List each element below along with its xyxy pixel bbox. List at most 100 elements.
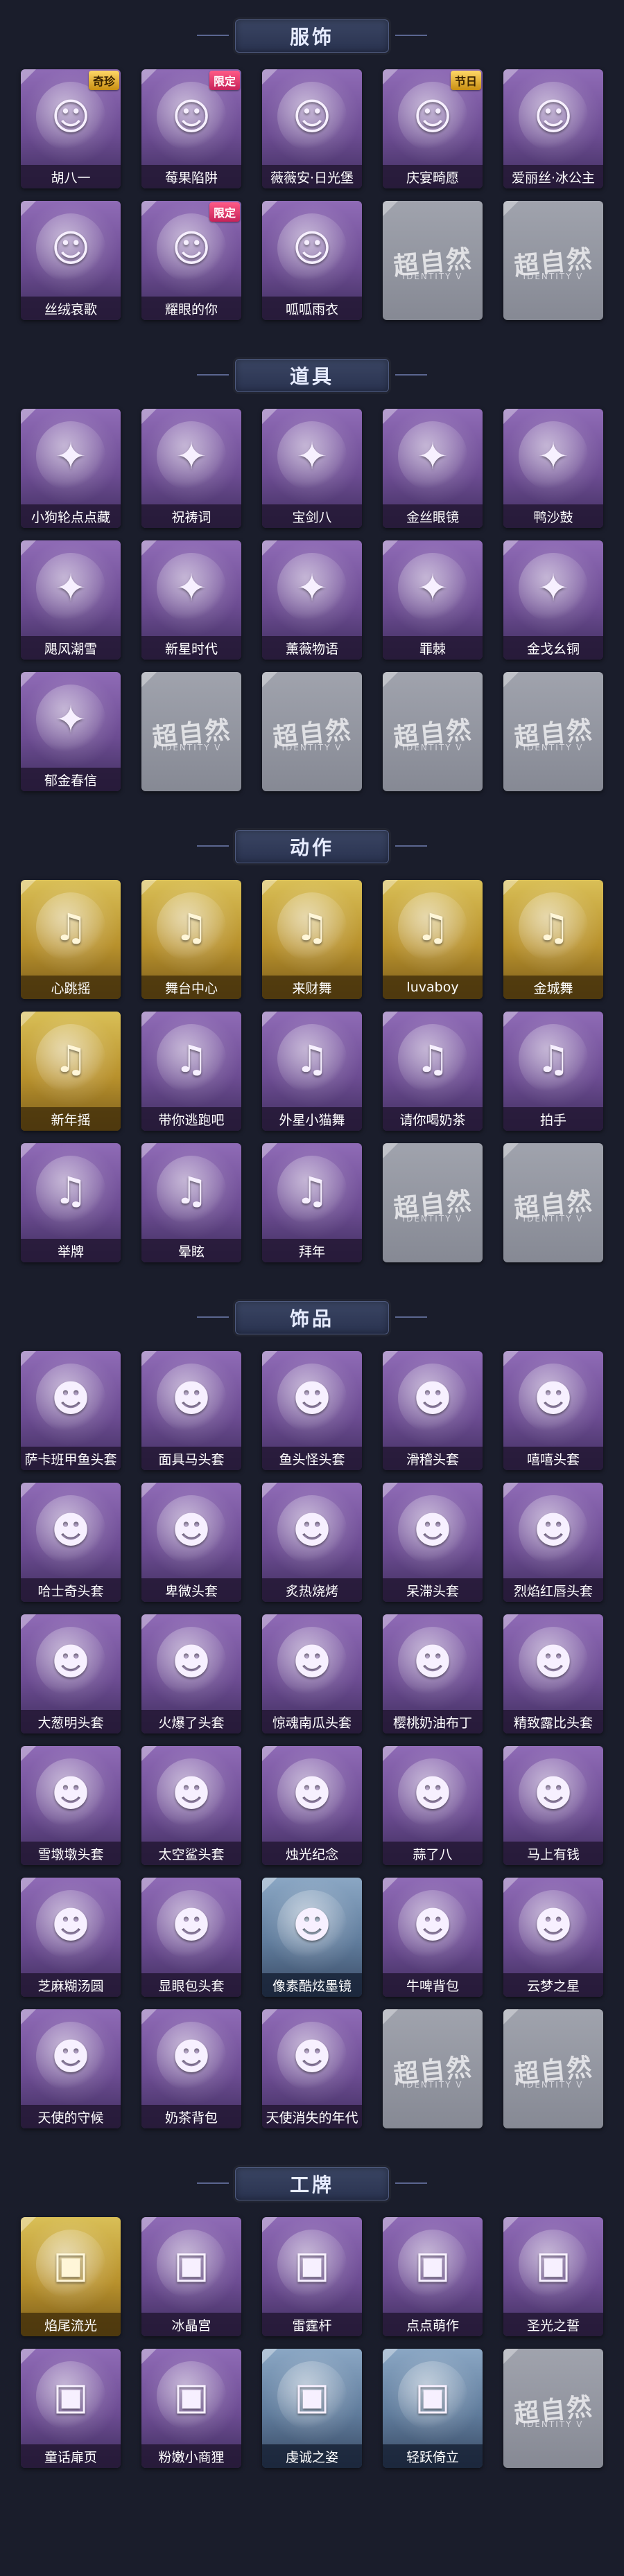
item-label: 哈士奇头套 [21, 1578, 121, 1602]
item-tile[interactable]: ♫ 心跳摇 [21, 880, 121, 999]
item-tile[interactable]: ♫ 外星小猫舞 [262, 1012, 362, 1131]
tile-corner-fold [383, 1878, 398, 1893]
item-tile[interactable]: ☻ 蒜了八 [383, 1746, 483, 1865]
head-accessory-icon: ☻ [157, 2022, 226, 2091]
item-tile[interactable]: ▣ 虔诚之姿 [262, 2349, 362, 2468]
item-tile[interactable]: ☻ 面具马头套 [141, 1351, 241, 1470]
item-tile[interactable]: ♫ 舞台中心 [141, 880, 241, 999]
item-tile[interactable]: ♫ 拜年 [262, 1143, 362, 1262]
item-tile[interactable]: ☻ 像素酷炫墨镜 [262, 1878, 362, 1997]
item-tile[interactable]: ☻ 显眼包头套 [141, 1878, 241, 1997]
item-tile[interactable]: ☺ 爱丽丝·冰公主 [503, 69, 603, 188]
item-tile[interactable]: ♫ 金城舞 [503, 880, 603, 999]
item-label: 火爆了头套 [141, 1710, 241, 1733]
head-accessory-icon: ☻ [398, 1495, 467, 1564]
item-tile[interactable]: ▣ 童话扉页 [21, 2349, 121, 2468]
section-header-plate: 服饰 [197, 19, 427, 53]
item-tile[interactable]: ▣ 焰尾流光 [21, 2217, 121, 2336]
item-label: 外星小猫舞 [262, 1107, 362, 1131]
item-tile[interactable]: ☻ 云梦之星 [503, 1878, 603, 1997]
item-tile[interactable]: ✦ 罪棘 [383, 540, 483, 660]
item-label: 呱呱雨衣 [262, 297, 362, 320]
item-tile[interactable]: ☻ 萨卡班甲鱼头套 [21, 1351, 121, 1470]
item-icon: ✦ [398, 421, 467, 491]
item-tile[interactable]: ☻ 哈士奇头套 [21, 1483, 121, 1602]
item-tile[interactable]: ✦ 郁金春信 [21, 672, 121, 791]
item-tile[interactable]: ☻ 鱼头怪头套 [262, 1351, 362, 1470]
item-tile[interactable]: ✦ 飓风潮雪 [21, 540, 121, 660]
tile-corner-fold [21, 409, 36, 424]
tile-corner-fold [141, 69, 157, 85]
item-tile[interactable]: ☻ 烈焰红唇头套 [503, 1483, 603, 1602]
item-label: 请你喝奶茶 [383, 1107, 483, 1131]
item-tile[interactable]: ♫ 请你喝奶茶 [383, 1012, 483, 1131]
watermark-subtext: IDENTITY V [523, 2419, 584, 2429]
item-tile[interactable]: ☻ 天使消失的年代 [262, 2009, 362, 2128]
item-tile[interactable]: ✦ 金戈幺铜 [503, 540, 603, 660]
item-tile[interactable]: ☻ 炙热烧烤 [262, 1483, 362, 1602]
item-tile[interactable]: ☺ 节日 庆宴畸愿 [383, 69, 483, 188]
item-tile[interactable]: ☻ 大葱明头套 [21, 1614, 121, 1733]
item-tile[interactable]: ☻ 牛啤背包 [383, 1878, 483, 1997]
item-tile[interactable]: ☺ 奇珍 胡八一 [21, 69, 121, 188]
item-tile[interactable]: ☻ 奶茶背包 [141, 2009, 241, 2128]
item-tile[interactable]: ✦ 祝祷词 [141, 409, 241, 528]
tile-corner-fold [21, 69, 36, 85]
item-tile[interactable]: ☻ 樱桃奶油布丁 [383, 1614, 483, 1733]
item-tile[interactable]: ♫ 晕眩 [141, 1143, 241, 1262]
section-header: 饰品 [0, 1296, 624, 1340]
tile-corner-fold [262, 69, 277, 85]
watermark-text: 超自然 [392, 1187, 474, 1224]
item-tile[interactable]: ✦ 金丝眼镜 [383, 409, 483, 528]
section-title: 饰品 [289, 1307, 334, 1330]
item-tile[interactable]: ☻ 精致露比头套 [503, 1614, 603, 1733]
item-tile[interactable]: ▣ 轻跃倚立 [383, 2349, 483, 2468]
item-tile[interactable]: ☻ 雪墩墩头套 [21, 1746, 121, 1865]
item-tile[interactable]: ♫ luvaboy [383, 880, 483, 999]
item-tile[interactable]: ☻ 卑微头套 [141, 1483, 241, 1602]
item-tile[interactable]: ☻ 呆滞头套 [383, 1483, 483, 1602]
item-grid: ☺ 奇珍 胡八一 ☺ 限定 莓果陷阱 ☺ 薇薇安·日光堡 ☺ 节日 庆宴畸愿 ☺ 爱丽丝·冰公主 ☺ 丝绒哀… [21, 69, 603, 320]
item-tile[interactable]: ▣ 点点萌作 [383, 2217, 483, 2336]
item-tile[interactable]: ▣ 粉嫩小商狸 [141, 2349, 241, 2468]
character-portrait-icon: ☺ [398, 82, 467, 151]
item-tile[interactable]: ♫ 来财舞 [262, 880, 362, 999]
item-tile[interactable]: ☻ 火爆了头套 [141, 1614, 241, 1733]
item-tile[interactable]: ☺ 薇薇安·日光堡 [262, 69, 362, 188]
item-tile[interactable]: ✦ 小狗轮点点藏 [21, 409, 121, 528]
item-tile[interactable]: ☻ 嘻嘻头套 [503, 1351, 603, 1470]
item-tile[interactable]: ☻ 马上有钱 [503, 1746, 603, 1865]
item-tile[interactable]: ☺ 限定 耀眼的你 [141, 201, 241, 320]
item-tile[interactable]: ✦ 鸭沙鼓 [503, 409, 603, 528]
item-tile[interactable]: ♫ 带你逃跑吧 [141, 1012, 241, 1131]
item-tile[interactable]: ▣ 雷霆杆 [262, 2217, 362, 2336]
item-tile[interactable]: ▣ 冰晶宫 [141, 2217, 241, 2336]
item-tile[interactable]: ✦ 宝剑八 [262, 409, 362, 528]
item-tile[interactable]: ☻ 惊魂南瓜头套 [262, 1614, 362, 1733]
item-tile[interactable]: ☻ 烛光纪念 [262, 1746, 362, 1865]
item-tile[interactable]: ♫ 举牌 [21, 1143, 121, 1262]
item-tile[interactable]: ☻ 太空鲨头套 [141, 1746, 241, 1865]
item-label: 金丝眼镜 [383, 504, 483, 528]
dance-pose-icon: ♫ [157, 1024, 226, 1093]
item-tile[interactable]: ♫ 拍手 [503, 1012, 603, 1131]
watermark-subtext: IDENTITY V [523, 1214, 584, 1224]
head-accessory-icon: ☻ [398, 1890, 467, 1959]
tile-corner-fold [503, 2217, 519, 2232]
item-tile[interactable]: ✦ 新星时代 [141, 540, 241, 660]
item-icon: ✦ [277, 553, 347, 622]
item-label: 芝麻糊汤圆 [21, 1973, 121, 1997]
item-label: 罪棘 [383, 636, 483, 660]
dance-pose-icon: ♫ [36, 892, 105, 962]
character-portrait-icon: ☺ [36, 213, 105, 283]
item-label: 天使的守候 [21, 2105, 121, 2128]
item-tile[interactable]: ♫ 新年摇 [21, 1012, 121, 1131]
item-tile[interactable]: ☻ 芝麻糊汤圆 [21, 1878, 121, 1997]
item-tile[interactable]: ☻ 天使的守候 [21, 2009, 121, 2128]
item-tile[interactable]: ✦ 薰薇物语 [262, 540, 362, 660]
item-tile[interactable]: ☻ 滑稽头套 [383, 1351, 483, 1470]
item-tile[interactable]: ☺ 丝绒哀歌 [21, 201, 121, 320]
item-tile[interactable]: ▣ 圣光之誓 [503, 2217, 603, 2336]
item-tile[interactable]: ☺ 呱呱雨衣 [262, 201, 362, 320]
item-tile[interactable]: ☺ 限定 莓果陷阱 [141, 69, 241, 188]
